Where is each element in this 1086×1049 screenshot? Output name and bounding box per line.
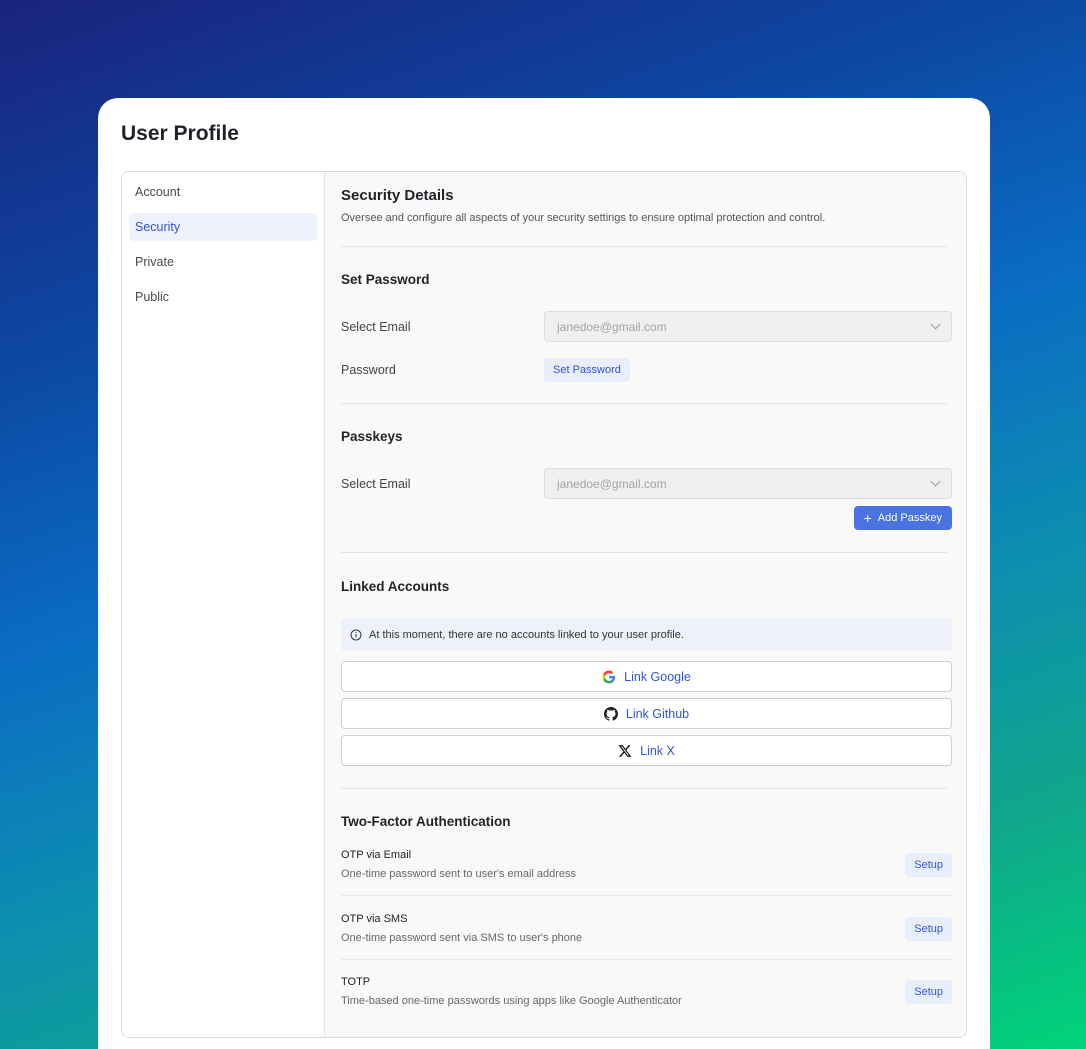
page-title: User Profile [121,122,239,145]
passkeys-title: Passkeys [341,429,403,444]
passkey-actions: + Add Passkey [341,506,952,530]
divider [341,246,947,247]
divider [341,895,952,896]
profile-card: User Profile Account Security Private Pu… [98,98,990,1049]
divider [341,959,952,960]
chevron-down-icon [930,319,941,330]
two-factor-title: Two-Factor Authentication [341,814,511,829]
set-password-title: Set Password [341,272,430,287]
setup-otp-email-button[interactable]: Setup [905,852,952,877]
sidebar-item-public[interactable]: Public [129,283,317,311]
set-password-button[interactable]: Set Password [544,357,630,382]
divider [341,552,947,553]
email-select-value: janedoe@gmail.com [557,319,667,334]
tfa-item-desc: One-time password sent via SMS to user's… [341,932,583,944]
set-password-email-row: Select Email janedoe@gmail.com [341,311,952,342]
github-icon [603,706,618,721]
setup-otp-sms-button[interactable]: Setup [905,916,952,941]
plus-icon: + [863,510,872,526]
sidebar-item-security[interactable]: Security [129,213,317,241]
tfa-item-name: TOTP [341,976,371,988]
password-row: Password Set Password [341,354,952,385]
setup-totp-button[interactable]: Setup [905,979,952,1004]
link-google-label: Link Google [624,669,691,684]
google-icon [602,670,616,683]
tfa-item-name: OTP via SMS [341,913,408,925]
tfa-item-sms: OTP via SMS One-time password sent via S… [341,913,952,944]
divider [341,403,947,404]
sidebar: Account Security Private Public [122,172,325,1037]
link-github-label: Link Github [625,706,690,721]
tfa-item-name: OTP via Email [341,849,412,861]
email-select[interactable]: janedoe@gmail.com [544,468,952,499]
x-logo-icon [618,744,632,757]
section-description: Oversee and configure all aspects of you… [341,212,826,224]
divider [341,788,947,789]
select-email-label: Select Email [341,319,411,334]
link-github-button[interactable]: Link Github [341,698,952,729]
password-label: Password [341,362,396,377]
main-content: Security Details Oversee and configure a… [325,172,966,1037]
info-text: At this moment, there are no accounts li… [369,628,684,641]
select-email-label: Select Email [341,476,411,491]
link-x-button[interactable]: Link X [341,735,952,766]
tfa-item-desc: Time-based one-time passwords using apps… [341,995,682,1007]
settings-panel: Account Security Private Public Security… [121,171,967,1038]
link-google-button[interactable]: Link Google [341,661,952,692]
passkeys-email-row: Select Email janedoe@gmail.com [341,468,952,499]
link-x-label: Link X [640,743,675,758]
chevron-down-icon [930,476,941,487]
section-heading: Security Details [341,187,454,204]
info-icon [350,629,362,640]
linked-accounts-title: Linked Accounts [341,579,450,594]
sidebar-item-account[interactable]: Account [129,178,317,206]
linked-accounts-info: At this moment, there are no accounts li… [341,618,952,651]
email-select-value: janedoe@gmail.com [557,476,667,491]
add-passkey-button[interactable]: + Add Passkey [853,506,952,530]
tfa-item-desc: One-time password sent to user's email a… [341,868,577,880]
tfa-item-totp: TOTP Time-based one-time passwords using… [341,976,952,1007]
email-select[interactable]: janedoe@gmail.com [544,311,952,342]
tfa-item-email: OTP via Email One-time password sent to … [341,849,952,880]
add-passkey-label: Add Passkey [877,512,942,524]
sidebar-item-private[interactable]: Private [129,248,317,276]
